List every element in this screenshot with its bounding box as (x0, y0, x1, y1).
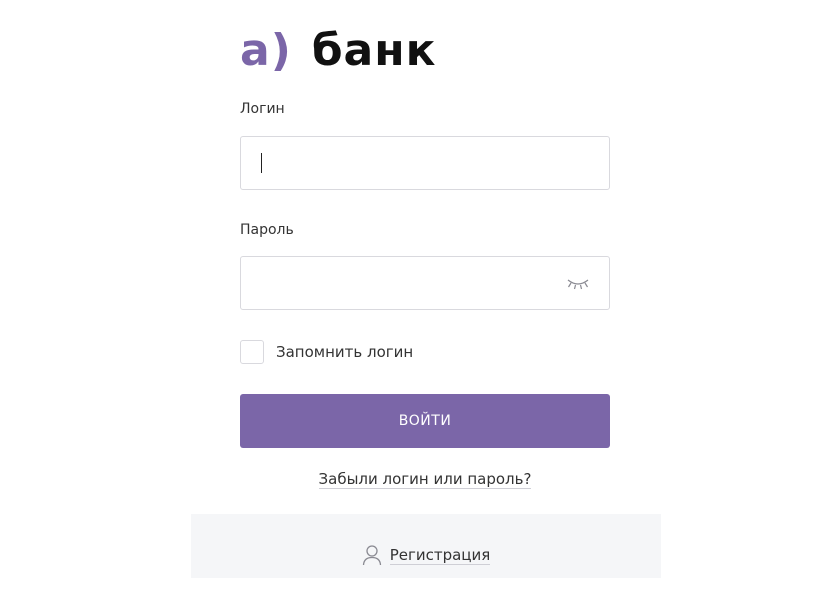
bank-logo: а) банк (240, 26, 437, 76)
login-label: Логин (240, 101, 285, 117)
register-link[interactable]: Регистрация (191, 544, 661, 566)
login-button[interactable]: ВОЙТИ (240, 394, 610, 448)
remember-checkbox[interactable] (240, 340, 264, 364)
password-input[interactable] (241, 257, 609, 309)
remember-login[interactable]: Запомнить логин (240, 340, 413, 364)
password-field[interactable] (240, 256, 610, 310)
footer-panel: Регистрация (191, 514, 661, 578)
login-page: а) банк Логин Пароль Запомнить логин ВОЙ… (0, 0, 825, 600)
text-caret (261, 153, 262, 173)
login-field[interactable] (240, 136, 610, 190)
password-label: Пароль (240, 222, 294, 238)
forgot-container: Забыли логин или пароль? (240, 470, 610, 489)
logo-text: банк (311, 25, 437, 76)
forgot-password-link[interactable]: Забыли логин или пароль? (318, 470, 532, 489)
login-input[interactable] (241, 137, 609, 189)
remember-label: Запомнить логин (276, 343, 414, 361)
eye-closed-icon[interactable] (565, 273, 591, 293)
logo-mark: а) (240, 25, 292, 76)
register-label: Регистрация (389, 545, 491, 565)
user-icon (362, 544, 382, 566)
